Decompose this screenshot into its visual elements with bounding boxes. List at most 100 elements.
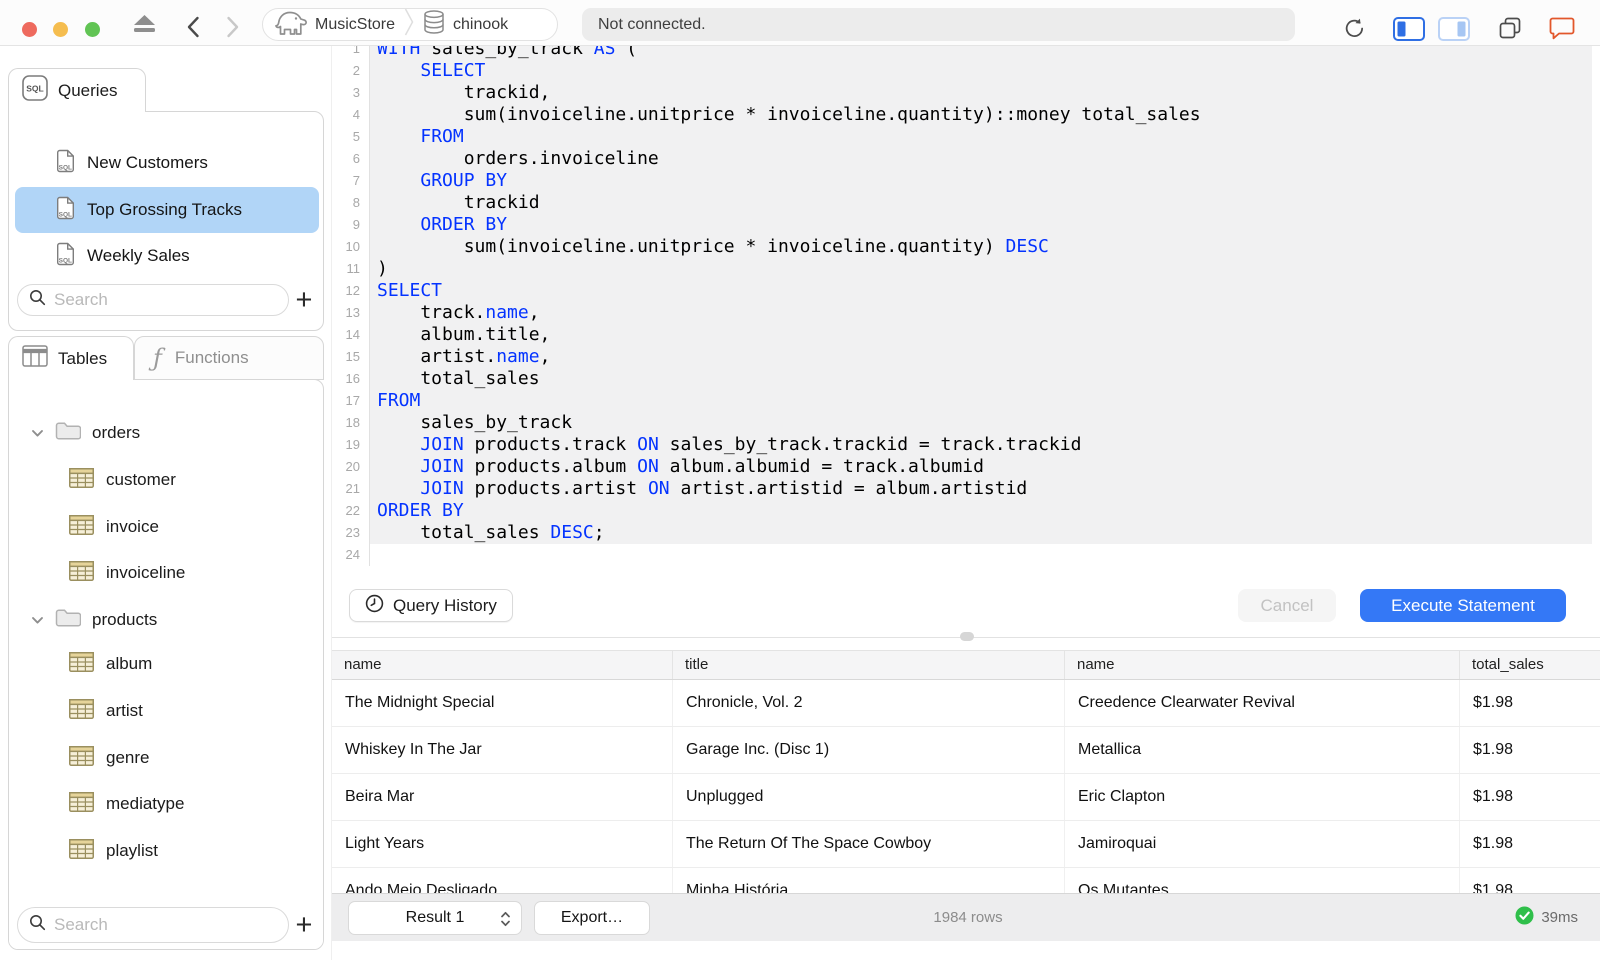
tree-table-row[interactable]: artist [9, 688, 323, 734]
new-window-icon[interactable] [1498, 16, 1522, 40]
tree-table-row[interactable]: album [9, 641, 323, 687]
tree-table-label: album [106, 654, 153, 673]
column-header[interactable]: title [673, 651, 1065, 679]
add-table-button[interactable]: + [291, 911, 317, 940]
code-line[interactable]: 2 SELECT [332, 60, 1592, 82]
tab-queries[interactable]: SQL Queries [8, 68, 146, 112]
tree-folder-row[interactable]: orders [9, 410, 323, 456]
code-line[interactable]: 19 JOIN products.track ON sales_by_track… [332, 434, 1592, 456]
code-token: sales_by_track.trackid = track.trackid [658, 434, 1082, 455]
table-cell[interactable]: $1.98 [1460, 727, 1600, 773]
tree-table-row[interactable]: invoice [9, 504, 323, 550]
query-search-input[interactable]: Search [17, 284, 289, 316]
table-cell[interactable]: The Return Of The Space Cowboy [673, 821, 1065, 867]
table-cell[interactable]: Creedence Clearwater Revival [1065, 680, 1460, 726]
table-cell[interactable]: Whiskey In The Jar [332, 727, 673, 773]
query-item[interactable]: SQL Weekly Sales [15, 233, 319, 279]
code-line[interactable]: 10 sum(invoiceline.unitprice * invoiceli… [332, 236, 1592, 258]
breadcrumb[interactable]: MusicStore chinook [262, 8, 558, 41]
sql-editor[interactable]: 1 WITH sales_by_track AS (2 SELECT 3 track… [332, 46, 1592, 638]
result-selector[interactable]: Result 1 [348, 901, 522, 935]
table-row[interactable]: Light Years The Return Of The Space Cowbo… [332, 821, 1600, 868]
refresh-icon[interactable] [1343, 17, 1366, 40]
code-token: trackid, [377, 82, 551, 103]
code-line[interactable]: 9 ORDER BY [332, 214, 1592, 236]
tree-table-row[interactable]: mediatype [9, 781, 323, 827]
export-button[interactable]: Export… [534, 901, 650, 935]
back-button[interactable] [186, 16, 200, 38]
tree-table-label: playlist [106, 841, 158, 860]
close-button[interactable] [22, 22, 37, 37]
tree-table-row[interactable]: playlist [9, 828, 323, 874]
table-cell[interactable]: Chronicle, Vol. 2 [673, 680, 1065, 726]
code-line[interactable]: 8 trackid [332, 192, 1592, 214]
table-row[interactable]: Beira Mar Unplugged Eric Clapton $1.98 [332, 774, 1600, 821]
tree-table-row[interactable]: invoiceline [9, 550, 323, 596]
splitter-handle[interactable] [960, 632, 974, 641]
code-token: artist. [377, 346, 497, 367]
forward-button[interactable] [226, 16, 240, 38]
code-line[interactable]: 16 total_sales [332, 368, 1592, 390]
code-line[interactable]: 17 FROM [332, 390, 1592, 412]
code-line[interactable]: 12 SELECT [332, 280, 1592, 302]
column-header[interactable]: name [332, 651, 673, 679]
table-cell[interactable]: Metallica [1065, 727, 1460, 773]
add-query-button[interactable]: + [291, 286, 317, 315]
query-item[interactable]: SQL New Customers [15, 140, 319, 186]
tab-tables[interactable]: Tables [8, 336, 134, 380]
code-line[interactable]: 1 WITH sales_by_track AS ( [332, 46, 1592, 60]
code-line[interactable]: 6 orders.invoiceline [332, 148, 1592, 170]
minimize-button[interactable] [53, 22, 68, 37]
code-line[interactable]: 22 ORDER BY [332, 500, 1592, 522]
code-line[interactable]: 7 GROUP BY [332, 170, 1592, 192]
query-history-button[interactable]: Query History [349, 589, 513, 622]
table-cell[interactable]: Garage Inc. (Disc 1) [673, 727, 1065, 773]
toggle-left-sidebar-icon[interactable] [1393, 17, 1425, 41]
table-row[interactable]: The Midnight Special Chronicle, Vol. 2 Cre… [332, 680, 1600, 727]
code-line[interactable]: 23 total_sales DESC; [332, 522, 1592, 544]
code-line[interactable]: 21 JOIN products.artist ON artist.artist… [332, 478, 1592, 500]
code-line[interactable]: 11) [332, 258, 1592, 280]
tree-folder-row[interactable]: products [9, 597, 323, 643]
code-line[interactable]: 3 trackid, [332, 82, 1592, 104]
table-cell[interactable]: $1.98 [1460, 774, 1600, 820]
code-line[interactable]: 4 sum(invoiceline.unitprice * invoicelin… [332, 104, 1592, 126]
breadcrumb-database[interactable]: chinook [453, 16, 508, 34]
table-cell[interactable]: Unplugged [673, 774, 1065, 820]
breadcrumb-server[interactable]: MusicStore [315, 16, 395, 34]
table-cell[interactable]: Eric Clapton [1065, 774, 1460, 820]
table-cell[interactable]: Beira Mar [332, 774, 673, 820]
column-header[interactable]: total_sales [1460, 651, 1600, 679]
code-line[interactable]: 18 sales_by_track [332, 412, 1592, 434]
table-cell[interactable]: $1.98 [1460, 680, 1600, 726]
code-line[interactable]: 14 album.title, [332, 324, 1592, 346]
cancel-button[interactable]: Cancel [1238, 589, 1336, 622]
line-number: 5 [332, 126, 370, 148]
table-search-input[interactable]: Search [17, 907, 289, 943]
execute-statement-button[interactable]: Execute Statement [1360, 589, 1566, 622]
code-line[interactable]: 15 artist.name, [332, 346, 1592, 368]
tree-table-row[interactable]: customer [9, 457, 323, 503]
table-cell[interactable]: Jamiroquai [1065, 821, 1460, 867]
column-header[interactable]: name [1065, 651, 1460, 679]
query-item[interactable]: SQL Top Grossing Tracks [15, 187, 319, 233]
code-line[interactable]: 24 [332, 544, 1592, 566]
table-cell[interactable]: Light Years [332, 821, 673, 867]
chevron-down-icon[interactable] [31, 610, 44, 630]
tree-folder-label: products [92, 610, 158, 629]
table-cell[interactable]: $1.98 [1460, 821, 1600, 867]
code-line[interactable]: 13 track.name, [332, 302, 1592, 324]
code-token: WITH [377, 46, 421, 59]
eject-icon[interactable] [132, 14, 157, 33]
table-row[interactable]: Whiskey In The Jar Garage Inc. (Disc 1) Me… [332, 727, 1600, 774]
feedback-bubble-icon[interactable] [1549, 16, 1575, 40]
table-cell[interactable]: The Midnight Special [332, 680, 673, 726]
code-line[interactable]: 20 JOIN products.album ON album.albumid … [332, 456, 1592, 478]
tab-functions[interactable]: ƒ Functions [134, 336, 324, 380]
toggle-right-sidebar-icon[interactable] [1438, 17, 1470, 41]
code-line[interactable]: 5 FROM [332, 126, 1592, 148]
zoom-button[interactable] [85, 22, 100, 37]
chevron-down-icon[interactable] [31, 423, 44, 443]
tree-table-row[interactable]: genre [9, 735, 323, 781]
code-token: JOIN [420, 478, 464, 499]
